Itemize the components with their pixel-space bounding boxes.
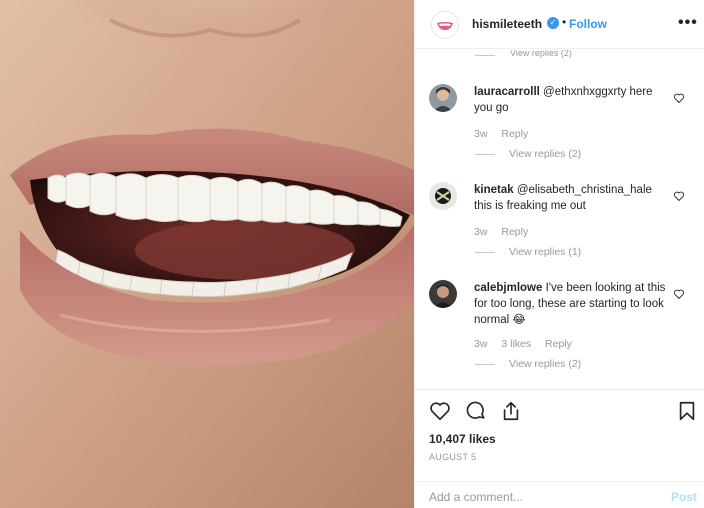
- replies-divider: [475, 363, 495, 365]
- view-replies-label[interactable]: View replies (2): [509, 148, 581, 160]
- likes-count[interactable]: 10,407 likes: [429, 432, 496, 446]
- comment-text: lauracarrolll @ethxnhxggxrty here you go: [474, 84, 669, 116]
- post-sidebar: hismileteeth ✓ • Follow ••• View replies…: [414, 0, 704, 508]
- comments-list[interactable]: View replies (2) lauracarrolll @ethxnhxg…: [415, 50, 704, 388]
- account-avatar[interactable]: [431, 11, 459, 39]
- comment-username[interactable]: calebjmlowe: [474, 282, 542, 294]
- mouth-photo: [0, 0, 414, 508]
- view-replies-link[interactable]: View replies (1): [475, 246, 581, 258]
- comment-like-heart-icon[interactable]: [673, 92, 685, 104]
- post-date[interactable]: AUGUST 5: [429, 452, 476, 462]
- separator-dot: •: [562, 15, 567, 29]
- replies-divider: [475, 55, 495, 56]
- post-header: hismileteeth ✓ • Follow •••: [415, 0, 704, 49]
- post-image[interactable]: [0, 0, 414, 508]
- smile-logo-icon: [437, 22, 453, 30]
- comment-likes[interactable]: 3 likes: [501, 338, 531, 350]
- post-actions: 10,407 likes AUGUST 5 Add a comment... P…: [415, 389, 704, 508]
- comment-text: kinetak @elisabeth_christina_hale this i…: [474, 182, 669, 214]
- add-comment-bar: Add a comment... Post: [415, 481, 704, 508]
- reply-button[interactable]: Reply: [501, 226, 528, 238]
- comment-bubble-icon[interactable]: [465, 400, 487, 422]
- replies-divider: [475, 251, 495, 253]
- user-photo-icon: [429, 280, 457, 308]
- view-replies-link[interactable]: View replies (2): [475, 358, 581, 370]
- replies-divider: [475, 153, 495, 155]
- follow-button[interactable]: Follow: [569, 17, 607, 31]
- comment-time[interactable]: 3w: [474, 338, 487, 350]
- bookmark-icon[interactable]: [676, 400, 698, 422]
- comment-like-heart-icon[interactable]: [673, 288, 685, 300]
- comment-meta: 3w Reply: [474, 128, 539, 140]
- comment-like-heart-icon[interactable]: [673, 190, 685, 202]
- reply-button[interactable]: Reply: [501, 128, 528, 140]
- heart-icon[interactable]: [429, 400, 451, 422]
- comment-username[interactable]: lauracarrolll: [474, 86, 540, 98]
- view-replies-label[interactable]: View replies (1): [509, 246, 581, 258]
- account-username[interactable]: hismileteeth: [472, 17, 542, 31]
- comment-time[interactable]: 3w: [474, 226, 487, 238]
- view-replies-link[interactable]: View replies (2): [475, 148, 581, 160]
- view-replies-link[interactable]: View replies (2): [510, 50, 572, 58]
- post-comment-button[interactable]: Post: [671, 490, 697, 504]
- comment-meta: 3w Reply: [474, 226, 539, 238]
- comment-username[interactable]: kinetak: [474, 184, 514, 196]
- more-options-icon[interactable]: •••: [678, 14, 698, 32]
- share-icon[interactable]: [500, 400, 522, 422]
- user-photo-icon: [429, 84, 457, 112]
- reply-button[interactable]: Reply: [545, 338, 572, 350]
- commenter-avatar[interactable]: [429, 280, 457, 308]
- add-comment-input[interactable]: Add a comment...: [429, 490, 523, 504]
- user-photo-icon: [429, 182, 457, 210]
- comment-time[interactable]: 3w: [474, 128, 487, 140]
- commenter-avatar[interactable]: [429, 84, 457, 112]
- commenter-avatar[interactable]: [429, 182, 457, 210]
- comment-text: calebjmlowe I've been looking at this fo…: [474, 280, 669, 328]
- comment-meta: 3w 3 likes Reply: [474, 338, 583, 350]
- view-replies-label[interactable]: View replies (2): [509, 358, 581, 370]
- verified-badge-icon: ✓: [547, 17, 559, 29]
